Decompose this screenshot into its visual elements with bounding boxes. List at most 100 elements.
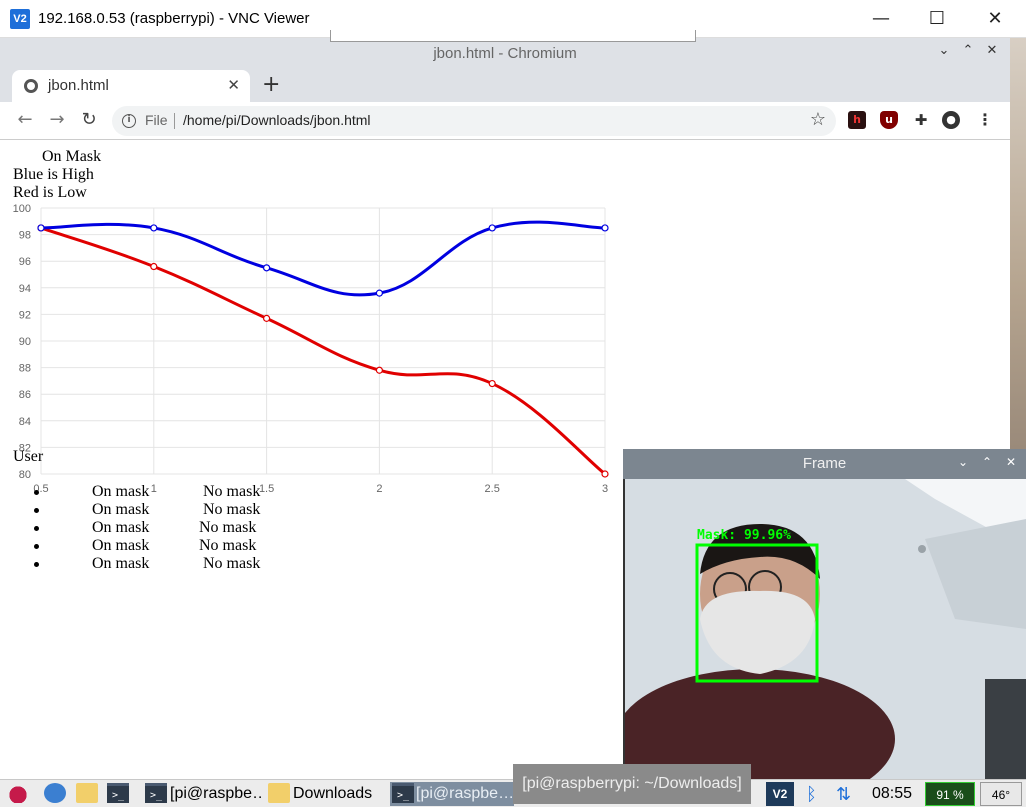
series-line — [40, 226, 606, 476]
taskbar-tooltip: [pi@raspberrypi: ~/Downloads] — [513, 764, 751, 804]
y-tick-label: 98 — [19, 230, 31, 242]
globe-icon — [24, 79, 38, 93]
legend-high-note: Blue is High — [13, 166, 94, 183]
detection-label: Mask: 99.96% — [697, 528, 791, 543]
clock[interactable]: 08:55 — [872, 782, 916, 806]
data-point — [488, 224, 496, 232]
y-tick-label: 80 — [19, 469, 31, 481]
vnc-viewer-window: { "vnc": { "logo": "V2", "title": "192.1… — [0, 0, 1026, 807]
chevron-up-icon[interactable]: ⌃ — [979, 455, 995, 469]
y-axis-ticks: 10098969492908886848280 — [13, 203, 31, 481]
chevron-up-icon[interactable]: ⌃ — [958, 43, 978, 58]
url-text[interactable]: /home/pi/Downloads/jbon.html — [183, 112, 371, 128]
extension-h-icon[interactable]: h — [848, 111, 866, 129]
chevron-down-icon[interactable]: ⌄ — [955, 455, 971, 469]
bullet — [34, 490, 39, 495]
no-mask-text: No mask — [199, 519, 257, 536]
menu-kebab-icon[interactable]: ⋮ — [976, 111, 994, 129]
extensions-puzzle-icon[interactable]: ✚ — [912, 111, 930, 129]
y-tick-label: 84 — [19, 416, 31, 428]
close-icon[interactable]: ✕ — [982, 43, 1002, 58]
y-tick-label: 90 — [19, 336, 31, 348]
bullet — [34, 544, 39, 549]
desktop-background — [1010, 38, 1026, 449]
close-icon[interactable]: ✕ — [1003, 455, 1019, 469]
vnc-window-title: 192.168.0.53 (raspberrypi) - VNC Viewer — [38, 10, 310, 27]
on-mask-text: On mask — [92, 483, 150, 500]
address-bar[interactable]: i File /home/pi/Downloads/jbon.html ☆ — [112, 106, 836, 136]
file-manager-icon[interactable] — [76, 783, 98, 803]
forward-button[interactable]: → — [46, 109, 68, 130]
new-tab-button[interactable]: + — [262, 72, 280, 97]
ublock-icon[interactable]: u — [880, 111, 898, 129]
x-tick-label: 1 — [151, 483, 157, 495]
back-button[interactable]: ← — [14, 109, 36, 130]
bullet — [34, 562, 39, 567]
tab-jbon[interactable]: jbon.html ✕ — [12, 70, 250, 102]
y-tick-label: 88 — [19, 363, 31, 375]
divider — [174, 113, 175, 129]
terminal-icon[interactable]: >_ — [107, 783, 129, 803]
data-point — [375, 366, 383, 374]
bluetooth-icon[interactable]: ᛒ — [806, 782, 824, 806]
y-tick-label: 92 — [19, 309, 31, 321]
terminal-icon: >_ — [392, 783, 414, 803]
temperature-monitor: 46° — [980, 782, 1022, 806]
tab-close-icon[interactable]: ✕ — [227, 76, 240, 94]
series-line — [40, 220, 606, 297]
vnc-tray-icon[interactable]: V2 — [766, 782, 794, 806]
x-tick-label: 2.5 — [485, 483, 500, 495]
y-tick-label: 86 — [19, 389, 31, 401]
chart-grid — [40, 207, 606, 475]
on-mask-text: On mask — [92, 555, 150, 572]
on-mask-text: On mask — [92, 519, 150, 536]
chromium-window-title: jbon.html - Chromium — [433, 45, 577, 62]
data-point — [263, 314, 271, 322]
data-point — [150, 262, 158, 271]
data-point — [601, 470, 609, 478]
x-tick-label: 1.5 — [259, 483, 274, 495]
url-scheme-label: File — [145, 112, 168, 128]
camera-feed: Mask: 99.96% — [625, 479, 1026, 779]
taskbar-item-terminal[interactable]: [pi@raspbe… — [170, 782, 262, 806]
frame-window: Frame ⌄ ⌃ ✕ Mask: 99.96% — [623, 449, 1026, 779]
chromium-title-bar: jbon.html - Chromium ⌄ ⌃ ✕ — [0, 38, 1010, 68]
folder-icon — [268, 783, 290, 803]
vnc-toolbar-handle[interactable] — [330, 30, 696, 42]
no-mask-text: No mask — [203, 555, 261, 572]
no-mask-text: No mask — [203, 501, 261, 518]
cpu-monitor: 91 % — [925, 782, 975, 806]
minimize-button[interactable]: — — [852, 0, 910, 38]
chart-series — [37, 220, 609, 478]
camera-scene: Mask: 99.96% — [625, 479, 1026, 779]
data-point — [150, 224, 158, 232]
on-mask-text: On mask — [92, 501, 150, 518]
data-point — [488, 379, 496, 388]
y-tick-label: 94 — [19, 283, 31, 295]
x-tick-label: 2 — [376, 483, 382, 495]
bookmark-star-icon[interactable]: ☆ — [810, 109, 826, 130]
vnc-logo-icon: V2 — [10, 9, 30, 29]
user-heading: User — [13, 448, 44, 465]
chart-title: On Mask — [42, 148, 102, 165]
maximize-button[interactable]: ☐ — [908, 0, 966, 38]
close-button[interactable]: ✕ — [966, 0, 1024, 38]
data-point — [37, 224, 45, 232]
mask-line-chart: 10098969492908886848280 0.5 1 1.5 2 2.5 3 — [13, 203, 609, 495]
data-point — [375, 289, 383, 297]
raspberry-menu-icon[interactable] — [8, 783, 28, 803]
frame-title-bar[interactable]: Frame ⌄ ⌃ ✕ — [623, 449, 1026, 479]
no-mask-text: No mask — [199, 537, 257, 554]
chevron-down-icon[interactable]: ⌄ — [934, 43, 954, 58]
profile-avatar-icon[interactable]: ● — [942, 111, 960, 129]
on-mask-text: On mask — [92, 537, 150, 554]
legend-low-note: Red is Low — [13, 184, 87, 201]
info-icon[interactable]: i — [122, 114, 136, 128]
network-arrows-icon[interactable]: ⇅ — [836, 782, 856, 806]
bullet — [34, 508, 39, 513]
taskbar-item-downloads[interactable]: Downloads — [293, 782, 383, 806]
data-point — [601, 224, 609, 232]
bullet — [34, 526, 39, 531]
web-browser-icon[interactable] — [44, 783, 66, 803]
reload-button[interactable]: ↻ — [78, 109, 100, 130]
